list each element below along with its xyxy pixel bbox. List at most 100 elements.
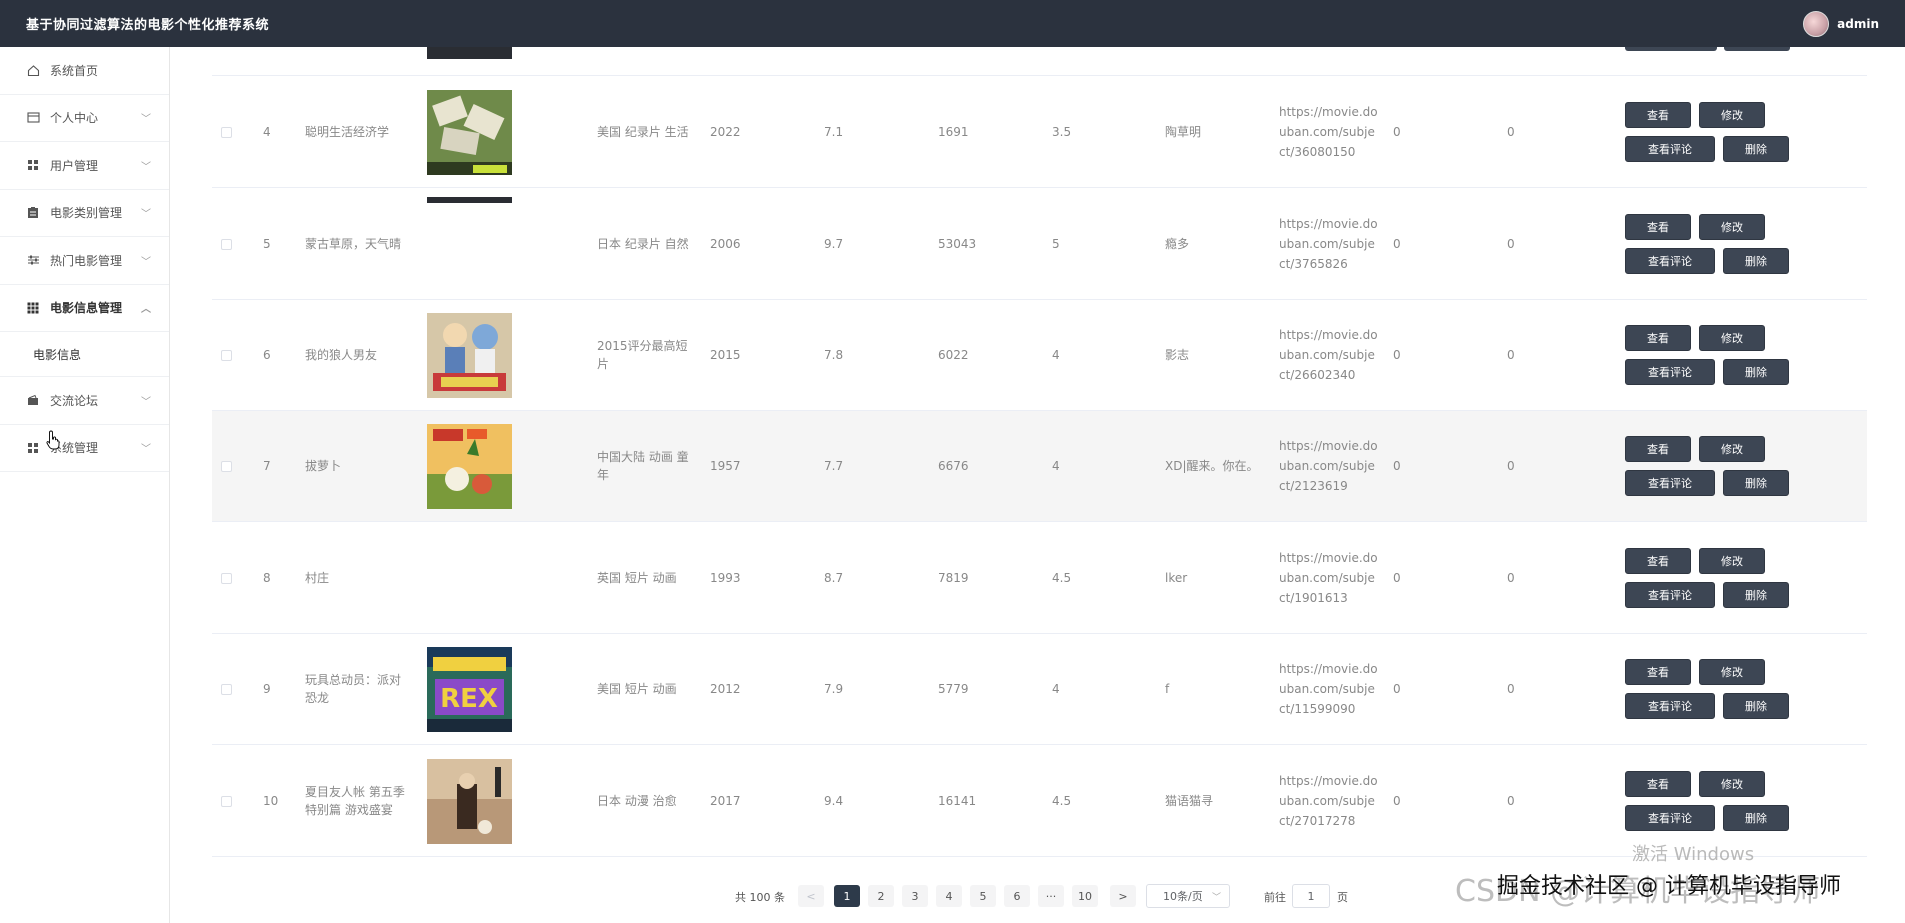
row-checkbox[interactable]: [221, 460, 232, 472]
movie-author: lker: [1165, 571, 1188, 585]
view-comments-button[interactable]: 查看评论: [1625, 248, 1715, 274]
view-button[interactable]: 查看: [1625, 548, 1691, 574]
count-1: 0: [1393, 348, 1401, 362]
sidebar-item-forum[interactable]: 交流论坛 ﹀: [0, 377, 169, 425]
view-button[interactable]: 查看: [1625, 659, 1691, 685]
movie-score: 9.7: [824, 237, 844, 251]
edit-button[interactable]: 修改: [1699, 436, 1765, 462]
view-comments-button[interactable]: 查看评论: [1625, 805, 1715, 831]
delete-button[interactable]: 删除: [1723, 805, 1789, 831]
row-checkbox[interactable]: [221, 126, 232, 138]
edit-button[interactable]: 修改: [1699, 659, 1765, 685]
row-checkbox-cell[interactable]: [221, 746, 232, 856]
page-number-button[interactable]: 5: [970, 885, 996, 907]
sidebar-item-personal[interactable]: 个人中心 ﹀: [0, 95, 169, 142]
edit-button[interactable]: 修改: [1699, 548, 1765, 574]
row-checkbox-cell[interactable]: [221, 77, 232, 187]
prev-page-button[interactable]: <: [798, 885, 824, 907]
row-checkbox[interactable]: [221, 683, 232, 695]
movie-link-line: ct/1901613: [1279, 591, 1348, 605]
sidebar-item-system[interactable]: 系统管理 ﹀: [0, 425, 169, 472]
edit-button[interactable]: 修改: [1699, 102, 1765, 128]
movie-rating: 5: [1052, 237, 1060, 251]
table-row[interactable]: 7 拔萝卜 中国大陆 动画 童年 1957 7.7 6676 4 XD|醒来。你…: [212, 411, 1867, 522]
movie-author: f: [1165, 682, 1170, 696]
movie-region: 日本 纪录片 自然: [597, 189, 692, 299]
goto-page-input[interactable]: [1292, 884, 1330, 908]
page-number-button[interactable]: 4: [936, 885, 962, 907]
sidebar-item-home[interactable]: 系统首页: [0, 47, 169, 95]
view-button[interactable]: 查看: [1625, 436, 1691, 462]
movie-link-line: uban.com/subje: [1279, 348, 1375, 362]
sidebar-subitem-movie-info[interactable]: 电影信息: [0, 332, 169, 377]
sidebar-item-users[interactable]: 用户管理 ﹀: [0, 142, 169, 190]
sidebar-item-label: 用户管理: [50, 158, 99, 173]
delete-button[interactable]: 删除: [1723, 470, 1789, 496]
edit-button[interactable]: 修改: [1699, 325, 1765, 351]
count-2: 0: [1507, 682, 1515, 696]
row-checkbox-cell[interactable]: [221, 634, 232, 744]
row-checkbox[interactable]: [221, 572, 232, 584]
row-checkbox[interactable]: [221, 795, 232, 807]
count-1: 0: [1393, 571, 1401, 585]
delete-button[interactable]: 删除: [1723, 136, 1789, 162]
movie-name-line: 拔萝卜: [305, 459, 342, 473]
table-row[interactable]: 8 村庄 英国 短片 动画 1993 8.7 7819 4.5 lker htt…: [212, 523, 1867, 634]
row-checkbox[interactable]: [221, 238, 232, 250]
avatar[interactable]: [1803, 10, 1830, 37]
poster-image: [427, 746, 512, 856]
view-comments-button[interactable]: 查看评论: [1625, 693, 1715, 719]
page-number-button[interactable]: 1: [834, 885, 860, 907]
view-button[interactable]: 查看: [1625, 771, 1691, 797]
edit-button-partial[interactable]: [1724, 47, 1790, 51]
table-row[interactable]: 4 聪明生活经济学 美国 纪录片 生活 2022 7.1 1691 3.5 陶草…: [212, 77, 1867, 188]
view-comments-button[interactable]: 查看评论: [1625, 470, 1715, 496]
view-comments-button[interactable]: 查看评论: [1625, 136, 1715, 162]
view-button[interactable]: 查看: [1625, 102, 1691, 128]
movie-score: 7.8: [824, 348, 844, 362]
chevron-down-icon: ﹀: [141, 444, 151, 456]
row-checkbox-cell[interactable]: [221, 189, 232, 299]
delete-button[interactable]: 删除: [1723, 359, 1789, 385]
edit-button[interactable]: 修改: [1699, 771, 1765, 797]
count-1: 0: [1393, 125, 1401, 139]
user-menu[interactable]: admin: [1803, 10, 1879, 37]
movie-year: 2015: [710, 348, 741, 362]
delete-button[interactable]: 删除: [1723, 248, 1789, 274]
table-row[interactable]: 9 玩具总动员：派对 恐龙 REX 美国 短片 动画 2012 7.9 5779 …: [212, 634, 1867, 745]
movie-link-line: uban.com/subje: [1279, 794, 1375, 808]
row-checkbox-cell[interactable]: [221, 523, 232, 633]
next-page-button[interactable]: >: [1110, 885, 1136, 907]
page-number-button[interactable]: 6: [1004, 885, 1030, 907]
movie-name-line: 玩具总动员：派对: [305, 673, 402, 687]
movie-region: 日本 动漫 治愈: [597, 746, 692, 856]
delete-button[interactable]: 删除: [1723, 693, 1789, 719]
row-checkbox-cell[interactable]: [221, 411, 232, 521]
page-number-button[interactable]: 10: [1072, 885, 1098, 907]
sidebar-item-movie-category[interactable]: 电影类别管理 ﹀: [0, 190, 169, 237]
table-row[interactable]: 5 蒙古草原，天气晴 日本 纪录片 自然 2006 9.7 53043 5 瘾多…: [212, 189, 1867, 300]
poster-image: [427, 411, 512, 521]
view-button[interactable]: 查看: [1625, 214, 1691, 240]
sidebar-item-hot-movies[interactable]: 热门电影管理 ﹀: [0, 237, 169, 285]
movie-link: https://movie.do uban.com/subje ct/1901613: [1279, 523, 1379, 633]
table-row[interactable]: 10 夏目友人帐 第五季 特别篇 游戏盛宴 日本 动漫 治愈 2017 9.4 1…: [212, 746, 1867, 857]
delete-button[interactable]: 删除: [1723, 582, 1789, 608]
edit-button[interactable]: 修改: [1699, 214, 1765, 240]
view-comments-button[interactable]: 查看评论: [1625, 582, 1715, 608]
view-button[interactable]: 查看: [1625, 325, 1691, 351]
page-number-button[interactable]: ···: [1038, 885, 1064, 907]
movie-author: 瘾多: [1165, 237, 1190, 251]
username[interactable]: admin: [1837, 17, 1879, 31]
movie-name-line: 夏目友人帐 第五季: [305, 785, 405, 799]
page-size-select[interactable]: 10条/页 ﹀: [1146, 884, 1230, 908]
page-number-button[interactable]: 3: [902, 885, 928, 907]
page-number-button[interactable]: 2: [868, 885, 894, 907]
sidebar-item-movie-info[interactable]: 电影信息管理 ︿: [0, 285, 169, 332]
movie-name-line: 村庄: [305, 571, 330, 585]
view-button-partial[interactable]: [1625, 47, 1717, 51]
row-checkbox[interactable]: [221, 349, 232, 361]
table-row[interactable]: 6 我的狼人男友 2015评分最高短片 2015 7.8 6022 4 影志 h…: [212, 300, 1867, 411]
view-comments-button[interactable]: 查看评论: [1625, 359, 1715, 385]
row-checkbox-cell[interactable]: [221, 300, 232, 410]
